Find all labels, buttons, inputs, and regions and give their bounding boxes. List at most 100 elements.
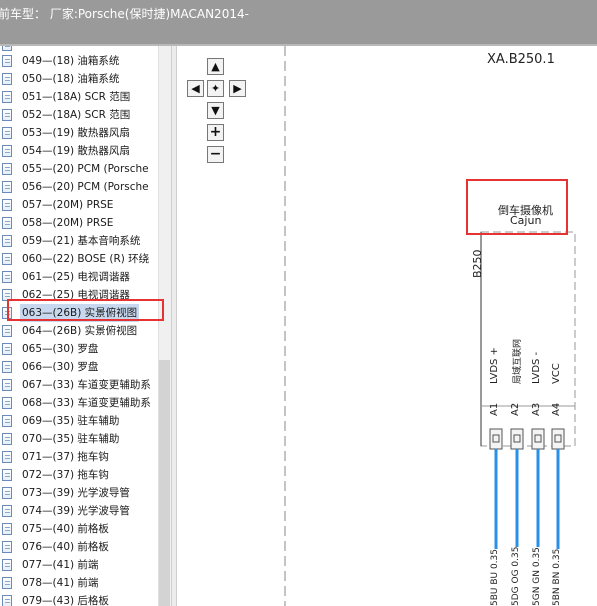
- tree-item[interactable]: 069—(35) 驻车辅助: [0, 412, 158, 430]
- tree-item-label: 050—(18) 油箱系统: [22, 73, 120, 85]
- tree-item-label: 067—(33) 车道变更辅助系: [22, 379, 151, 391]
- tree-item-label: 049—(18) 油箱系统: [22, 55, 120, 67]
- pan-center-icon[interactable]: ✦: [207, 80, 224, 97]
- tree-item[interactable]: 067—(33) 车道变更辅助系: [0, 376, 158, 394]
- tree-item-label: 075—(40) 前格板: [22, 523, 109, 535]
- tree-item-label: 061—(25) 电视调谐器: [22, 271, 130, 283]
- tree-item[interactable]: 073—(39) 光学波导管: [0, 484, 158, 502]
- document-icon: [2, 46, 12, 51]
- pin-a2-number: A2: [510, 402, 521, 416]
- schematic-canvas[interactable]: ▲ ◀ ✦ ▶ ▼ + − XA.B250.1 倒车摄像机 Cajun B250…: [177, 46, 597, 606]
- tree-item-label: 060—(22) BOSE (R) 环绕: [22, 253, 150, 265]
- tree-item[interactable]: 075—(40) 前格板: [0, 520, 158, 538]
- document-icon: [2, 505, 12, 517]
- document-icon: [2, 451, 12, 463]
- wire-a2-label: 5DG OG 0.35: [511, 546, 521, 606]
- arrow-right-icon[interactable]: ▶: [229, 80, 246, 97]
- component-sub-name: Cajun: [510, 214, 542, 227]
- tree-item[interactable]: 064—(26B) 实景俯视图: [0, 322, 158, 340]
- tree-item[interactable]: 057—(20M) PRSE: [0, 196, 158, 214]
- document-icon: [2, 55, 12, 67]
- tree-item-label: 054—(19) 散热器风扇: [22, 145, 130, 157]
- tree-item[interactable]: 061—(25) 电视调谐器: [0, 268, 158, 286]
- zoom-in-icon[interactable]: +: [207, 124, 224, 141]
- document-icon: [2, 379, 12, 391]
- document-icon: [2, 577, 12, 589]
- tree-item[interactable]: 076—(40) 前格板: [0, 538, 158, 556]
- tree-item-label: 051—(18A) SCR 范围: [22, 91, 131, 103]
- tree-item[interactable]: 070—(35) 驻车辅助: [0, 430, 158, 448]
- document-icon: [2, 271, 12, 283]
- document-icon: [2, 145, 12, 157]
- tree-item-label: 068—(33) 车道变更辅助系: [22, 397, 151, 409]
- pin-a3-number: A3: [531, 402, 542, 416]
- tree-item[interactable]: 074—(39) 光学波导管: [0, 502, 158, 520]
- tree-item[interactable]: 065—(30) 罗盘: [0, 340, 158, 358]
- pin-a1-connector: [489, 428, 503, 450]
- tree-item-label: 055—(20) PCM (Porsche: [22, 163, 149, 175]
- tree-item[interactable]: 066—(30) 罗盘: [0, 358, 158, 376]
- document-icon: [2, 397, 12, 409]
- wire-a4-label: 5BN BN 0.35: [552, 548, 562, 606]
- diagram-tree[interactable]: 049—(18) 油箱系统 050—(18) 油箱系统 051—(18A) SCR …: [0, 46, 171, 606]
- tree-item[interactable]: 053—(19) 散热器风扇: [0, 124, 158, 142]
- tree-item[interactable]: 072—(37) 拖车钩: [0, 466, 158, 484]
- tree-item-label: 073—(39) 光学波导管: [22, 487, 130, 499]
- tree-item[interactable]: 052—(18A) SCR 范围: [0, 106, 158, 124]
- schematic-svg: [284, 46, 576, 606]
- pin-a2-connector: [510, 428, 524, 450]
- pin-a4-number: A4: [551, 402, 562, 416]
- tree-item[interactable]: 078—(41) 前端: [0, 574, 158, 592]
- pin-a3-connector: [531, 428, 545, 450]
- pin-a1-number: A1: [489, 402, 500, 416]
- tree-item[interactable]: 056—(20) PCM (Porsche: [0, 178, 158, 196]
- tree-item-label: 074—(39) 光学波导管: [22, 505, 130, 517]
- tree-item-label: 076—(40) 前格板: [22, 541, 109, 553]
- tree-item-label: 053—(19) 散热器风扇: [22, 127, 130, 139]
- arrow-up-icon[interactable]: ▲: [207, 58, 224, 75]
- tree-item-label: 070—(35) 驻车辅助: [22, 433, 120, 445]
- pin-a2-signal: 局域互联网: [513, 338, 523, 384]
- document-icon: [2, 181, 12, 193]
- document-icon: [2, 523, 12, 535]
- tree-item[interactable]: 068—(33) 车道变更辅助系: [0, 394, 158, 412]
- document-icon: [2, 487, 12, 499]
- tree-item[interactable]: 059—(21) 基本音响系统: [0, 232, 158, 250]
- tree-item[interactable]: 071—(37) 拖车钩: [0, 448, 158, 466]
- tree-item-label: 069—(35) 驻车辅助: [22, 415, 120, 427]
- component-id: XA.B250.1: [487, 52, 555, 67]
- tree-item[interactable]: 079—(43) 后格板: [0, 592, 158, 606]
- document-icon: [2, 91, 12, 103]
- document-icon: [2, 199, 12, 211]
- tree-item[interactable]: 077—(41) 前端: [0, 556, 158, 574]
- tree-item-label: 072—(37) 拖车钩: [22, 469, 109, 481]
- document-icon: [2, 415, 12, 427]
- document-icon: [2, 109, 12, 121]
- pin-a3-signal: LVDS -: [531, 351, 542, 384]
- selected-item-highlight: [7, 299, 164, 321]
- document-icon: [2, 235, 12, 247]
- tree-item[interactable]: 060—(22) BOSE (R) 环绕: [0, 250, 158, 268]
- tree-item[interactable]: 054—(19) 散热器风扇: [0, 142, 158, 160]
- document-icon: [2, 433, 12, 445]
- tree-item-label: 077—(41) 前端: [22, 559, 99, 571]
- document-icon: [2, 361, 12, 373]
- connector-label: B250: [471, 249, 484, 278]
- tree-item[interactable]: 055—(20) PCM (Porsche: [0, 160, 158, 178]
- sidebar-scrollbar-thumb[interactable]: [159, 360, 170, 606]
- document-icon: [2, 541, 12, 553]
- document-icon: [2, 217, 12, 229]
- tree-item[interactable]: 058—(20M) PRSE: [0, 214, 158, 232]
- tree-item-label: 078—(41) 前端: [22, 577, 99, 589]
- app-header: 前车型： 厂家:Porsche(保时捷)MACAN2014-: [0, 0, 597, 44]
- arrow-down-icon[interactable]: ▼: [207, 102, 224, 119]
- zoom-out-icon[interactable]: −: [207, 146, 224, 163]
- tree-item-label: 052—(18A) SCR 范围: [22, 109, 131, 121]
- tree-item-label: 066—(30) 罗盘: [22, 361, 99, 373]
- tree-item[interactable]: 050—(18) 油箱系统: [0, 70, 158, 88]
- tree-item-label: 059—(21) 基本音响系统: [22, 235, 141, 247]
- tree-item[interactable]: 051—(18A) SCR 范围: [0, 88, 158, 106]
- arrow-left-icon[interactable]: ◀: [187, 80, 204, 97]
- tree-item[interactable]: 049—(18) 油箱系统: [0, 52, 158, 70]
- tree-item-label: 065—(30) 罗盘: [22, 343, 99, 355]
